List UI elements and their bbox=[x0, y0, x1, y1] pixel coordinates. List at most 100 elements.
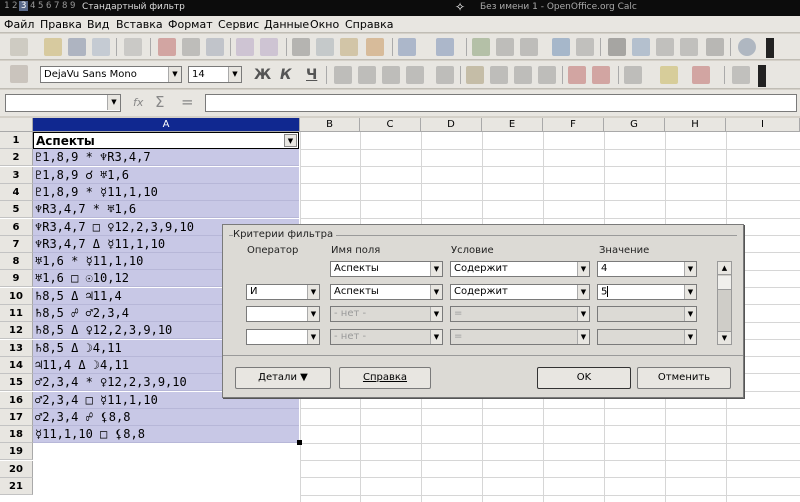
menu-data[interactable]: Данные bbox=[264, 18, 309, 31]
row-header[interactable]: 16 bbox=[0, 391, 33, 409]
details-button[interactable]: Детали ▼ bbox=[235, 367, 331, 389]
row-header[interactable]: 21 bbox=[0, 478, 33, 495]
cell-a[interactable]: ♇1,8,9 * ♆R3,4,7 bbox=[33, 149, 299, 167]
field-select-4[interactable]: - нет - ▼ bbox=[330, 329, 443, 345]
ok-button[interactable]: OK bbox=[537, 367, 631, 389]
column-header-c[interactable]: C bbox=[360, 118, 421, 132]
open-icon[interactable] bbox=[44, 38, 62, 56]
paste-icon[interactable] bbox=[340, 38, 358, 56]
toolbar-overflow-icon[interactable] bbox=[766, 38, 774, 58]
align-justify-icon[interactable] bbox=[406, 66, 424, 84]
scroll-down-icon[interactable]: ▼ bbox=[718, 331, 731, 344]
find-icon[interactable] bbox=[608, 38, 626, 56]
workspace-6[interactable]: 6 bbox=[46, 1, 51, 11]
workspace-7[interactable]: 7 bbox=[54, 1, 59, 11]
condition-select-1[interactable]: Содержит ▼ bbox=[450, 261, 590, 277]
workspace-8[interactable]: 8 bbox=[62, 1, 67, 11]
row-header[interactable]: 10 bbox=[0, 287, 33, 305]
edit-file-icon[interactable] bbox=[124, 38, 142, 56]
increase-indent-icon[interactable] bbox=[592, 66, 610, 84]
row-header[interactable]: 5 bbox=[0, 201, 33, 219]
field-select-1[interactable]: Аспекты ▼ bbox=[330, 261, 443, 277]
standard-format-icon[interactable] bbox=[514, 66, 532, 84]
zoom-icon[interactable] bbox=[706, 38, 724, 56]
cut-icon[interactable] bbox=[292, 38, 310, 56]
menu-file[interactable]: Файл bbox=[4, 18, 34, 31]
row-header[interactable]: 4 bbox=[0, 183, 33, 201]
export-pdf-icon[interactable] bbox=[158, 38, 176, 56]
background-color-icon[interactable] bbox=[660, 66, 678, 84]
operator-select-3[interactable]: ▼ bbox=[246, 306, 320, 322]
draw-functions-icon[interactable] bbox=[576, 38, 594, 56]
value-input-2[interactable]: 5 ▼ bbox=[597, 284, 697, 300]
align-left-icon[interactable] bbox=[334, 66, 352, 84]
workspace-5[interactable]: 5 bbox=[38, 1, 43, 11]
condition-select-4[interactable]: = ▼ bbox=[450, 329, 590, 345]
row-header[interactable]: 15 bbox=[0, 374, 33, 392]
field-select-3[interactable]: - нет - ▼ bbox=[330, 306, 443, 322]
workspace-3[interactable]: 3 bbox=[19, 1, 29, 11]
help-button[interactable]: Справка bbox=[339, 367, 431, 389]
menu-help[interactable]: Справка bbox=[345, 18, 393, 31]
select-all-corner[interactable] bbox=[0, 118, 33, 132]
cell-a[interactable]: ♇1,8,9 * ☿11,1,10 bbox=[33, 183, 299, 201]
borders-icon[interactable] bbox=[624, 66, 642, 84]
name-box[interactable]: ▼ bbox=[5, 94, 121, 112]
new-document-icon[interactable] bbox=[10, 38, 28, 56]
column-header-a[interactable]: A bbox=[33, 118, 300, 132]
row-header[interactable]: 18 bbox=[0, 426, 33, 444]
decrease-indent-icon[interactable] bbox=[568, 66, 586, 84]
autofilter-dropdown-icon[interactable]: ▼ bbox=[284, 134, 297, 147]
print-preview-icon[interactable] bbox=[206, 38, 224, 56]
condition-select-2[interactable]: Содержит ▼ bbox=[450, 284, 590, 300]
print-icon[interactable] bbox=[182, 38, 200, 56]
workspace-9[interactable]: 9 bbox=[70, 1, 75, 11]
autospellcheck-icon[interactable] bbox=[260, 38, 278, 56]
row-header[interactable]: 8 bbox=[0, 253, 33, 271]
formula-input[interactable] bbox=[205, 94, 797, 112]
percent-icon[interactable] bbox=[490, 66, 508, 84]
add-decimal-icon[interactable] bbox=[538, 66, 556, 84]
workspace-2[interactable]: 2 bbox=[12, 1, 17, 11]
align-right-icon[interactable] bbox=[382, 66, 400, 84]
italic-button[interactable]: К bbox=[280, 67, 291, 83]
sort-ascending-icon[interactable] bbox=[496, 38, 514, 56]
column-header-g[interactable]: G bbox=[604, 118, 665, 132]
font-size-select[interactable]: 14 ▼ bbox=[188, 66, 242, 83]
menu-tools[interactable]: Сервис bbox=[218, 18, 259, 31]
row-header[interactable]: 14 bbox=[0, 356, 33, 374]
sum-icon[interactable]: Σ bbox=[155, 93, 164, 111]
row-header[interactable]: 2 bbox=[0, 149, 33, 167]
underline-button[interactable]: Ч bbox=[306, 67, 317, 83]
cell-a[interactable]: ☿11,1,10 □ ⚸8,8 bbox=[33, 426, 299, 444]
scroll-thumb[interactable] bbox=[718, 276, 731, 290]
operator-select-2[interactable]: И ▼ bbox=[246, 284, 320, 300]
email-icon[interactable] bbox=[92, 38, 110, 56]
row-header[interactable]: 13 bbox=[0, 339, 33, 357]
row-header[interactable]: 19 bbox=[0, 443, 33, 461]
row-header[interactable]: 6 bbox=[0, 218, 33, 236]
cancel-button[interactable]: Отменить bbox=[637, 367, 731, 389]
styles-icon[interactable] bbox=[10, 65, 28, 83]
column-header-f[interactable]: F bbox=[543, 118, 604, 132]
field-select-2[interactable]: Аспекты ▼ bbox=[330, 284, 443, 300]
save-icon[interactable] bbox=[68, 38, 86, 56]
bold-button[interactable]: Ж bbox=[254, 67, 271, 83]
menu-window[interactable]: Окно bbox=[310, 18, 339, 31]
font-color-icon[interactable] bbox=[692, 66, 710, 84]
toggle-grid-icon[interactable] bbox=[732, 66, 750, 84]
workspace-4[interactable]: 4 bbox=[30, 1, 35, 11]
navigator-icon[interactable] bbox=[632, 38, 650, 56]
chart-icon[interactable] bbox=[552, 38, 570, 56]
fill-handle[interactable] bbox=[297, 440, 302, 446]
value-input-4[interactable]: ▼ bbox=[597, 329, 697, 345]
cell-a[interactable]: ♆R3,4,7 * ♅1,6 bbox=[33, 201, 299, 219]
operator-select-4[interactable]: ▼ bbox=[246, 329, 320, 345]
row-header[interactable]: 1 bbox=[0, 132, 33, 149]
value-input-1[interactable]: 4 ▼ bbox=[597, 261, 697, 277]
row-header[interactable]: 3 bbox=[0, 166, 33, 184]
row-header[interactable]: 20 bbox=[0, 460, 33, 478]
datasources-icon[interactable] bbox=[680, 38, 698, 56]
redo-icon[interactable] bbox=[436, 38, 454, 56]
row-header[interactable]: 17 bbox=[0, 408, 33, 426]
